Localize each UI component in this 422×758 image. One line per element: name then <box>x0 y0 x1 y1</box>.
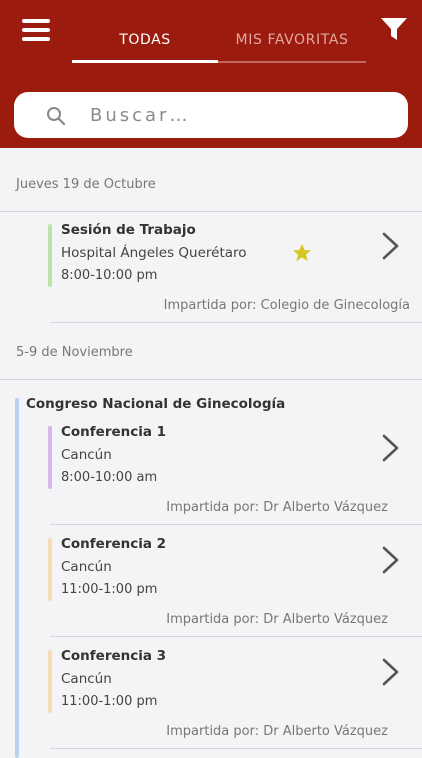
event-speaker: Impartida por: Dr Alberto Vázquez <box>166 500 388 515</box>
event-speaker: Impartida por: Dr Alberto Vázquez <box>166 724 388 739</box>
event-title: Conferencia 2 <box>61 536 167 552</box>
tab-active-indicator <box>72 60 218 63</box>
event-speaker: Impartida por: Dr Alberto Vázquez <box>166 612 388 627</box>
divider <box>50 748 422 749</box>
funnel-icon[interactable] <box>380 16 408 42</box>
chevron-right-icon[interactable] <box>380 657 402 687</box>
search-placeholder: Buscar… <box>90 105 191 126</box>
hamburger-icon[interactable] <box>22 19 50 41</box>
star-icon[interactable] <box>292 243 312 263</box>
event-color-bar <box>48 426 52 489</box>
tab-underline-track <box>218 61 366 63</box>
section-date: Jueves 19 de Octubre <box>16 177 156 192</box>
divider <box>50 322 422 323</box>
divider <box>50 524 422 525</box>
event-title: Conferencia 1 <box>61 424 167 440</box>
chevron-right-icon[interactable] <box>380 231 402 261</box>
event-color-bar <box>48 538 52 601</box>
tab-todas[interactable]: TODAS <box>72 32 218 48</box>
chevron-right-icon[interactable] <box>380 545 402 575</box>
event-time: 11:00-1:00 pm <box>61 694 158 709</box>
event-speaker: Impartida por: Colegio de Ginecología <box>163 298 410 313</box>
group-color-bar <box>15 398 19 758</box>
event-place: Cancún <box>61 559 112 575</box>
chevron-right-icon[interactable] <box>380 433 402 463</box>
group-title: Congreso Nacional de Ginecología <box>26 396 286 412</box>
divider <box>0 211 422 212</box>
event-color-bar <box>48 224 52 287</box>
app-header: TODAS MIS FAVORITAS Buscar… <box>0 0 422 148</box>
divider <box>0 379 422 380</box>
search-bar[interactable]: Buscar… <box>14 92 408 138</box>
event-time: 8:00-10:00 pm <box>61 268 158 283</box>
section-date: 5-9 de Noviembre <box>16 345 133 360</box>
event-time: 8:00-10:00 am <box>61 470 158 485</box>
search-icon <box>47 107 66 126</box>
event-place: Cancún <box>61 671 112 687</box>
event-time: 11:00-1:00 pm <box>61 582 158 597</box>
event-title: Sesión de Trabajo <box>61 222 196 238</box>
event-place: Cancún <box>61 447 112 463</box>
divider <box>50 636 422 637</box>
event-title: Conferencia 3 <box>61 648 167 664</box>
event-color-bar <box>48 650 52 713</box>
tab-mis-favoritas[interactable]: MIS FAVORITAS <box>220 32 364 48</box>
event-place: Hospital Ángeles Querétaro <box>61 245 247 261</box>
